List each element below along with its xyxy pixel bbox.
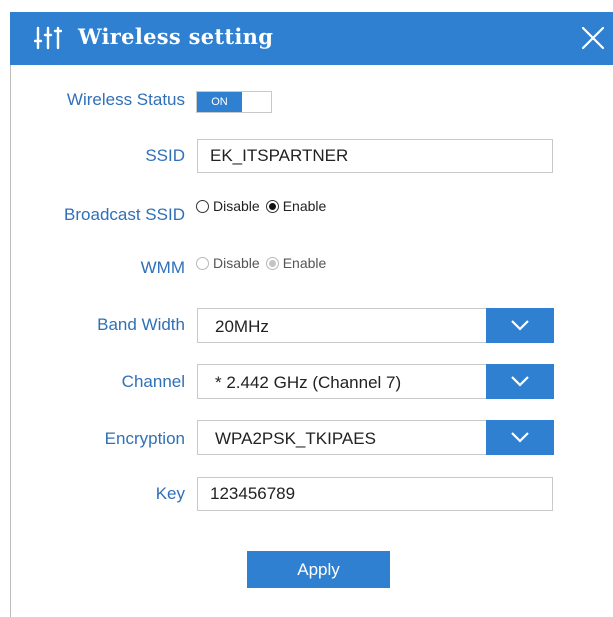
channel-select[interactable]: * 2.442 GHz (Channel 7) xyxy=(197,364,554,399)
broadcast-ssid-disable-radio[interactable] xyxy=(196,199,209,213)
dialog-left-border xyxy=(10,65,11,617)
toggle-on-indicator: ON xyxy=(197,92,242,112)
key-label: Key xyxy=(155,484,185,503)
encryption-value: WPA2PSK_TKIPAES xyxy=(215,429,376,448)
broadcast-ssid-enable-label: Enable xyxy=(282,198,327,214)
apply-button[interactable]: Apply xyxy=(247,551,390,588)
dialog-titlebar: Wireless setting xyxy=(10,12,613,65)
broadcast-ssid-radio-group: Disable Enable xyxy=(196,198,332,214)
chevron-down-icon xyxy=(511,432,529,443)
chevron-down-icon xyxy=(511,376,529,387)
channel-dropdown-button[interactable] xyxy=(486,364,554,399)
broadcast-ssid-label: Broadcast SSID xyxy=(64,205,185,224)
wireless-status-toggle[interactable]: ON xyxy=(196,91,272,113)
encryption-label: Encryption xyxy=(104,429,185,448)
wmm-disable-radio[interactable] xyxy=(196,256,209,270)
wmm-label: WMM xyxy=(140,258,185,277)
wmm-enable-label: Enable xyxy=(282,255,327,271)
band-width-label: Band Width xyxy=(97,315,185,334)
band-width-select[interactable]: 20MHz xyxy=(197,308,554,343)
encryption-dropdown-button[interactable] xyxy=(486,420,554,455)
ssid-input[interactable] xyxy=(197,139,553,173)
sliders-icon xyxy=(34,26,62,50)
wmm-disable-label: Disable xyxy=(213,255,260,271)
encryption-select[interactable]: WPA2PSK_TKIPAES xyxy=(197,420,554,455)
dialog-title: Wireless setting xyxy=(78,24,274,49)
close-icon[interactable] xyxy=(579,24,607,52)
chevron-down-icon xyxy=(511,320,529,331)
broadcast-ssid-disable-label: Disable xyxy=(213,198,260,214)
channel-label: Channel xyxy=(121,372,185,391)
ssid-label: SSID xyxy=(145,146,185,165)
wireless-status-label: Wireless Status xyxy=(66,90,185,109)
wmm-radio-group: Disable Enable xyxy=(196,255,332,271)
channel-value: * 2.442 GHz (Channel 7) xyxy=(215,373,402,392)
broadcast-ssid-enable-radio[interactable] xyxy=(265,199,279,213)
key-input[interactable] xyxy=(197,477,553,511)
band-width-value: 20MHz xyxy=(215,317,269,336)
band-width-dropdown-button[interactable] xyxy=(486,308,554,343)
wmm-enable-radio[interactable] xyxy=(265,256,279,270)
